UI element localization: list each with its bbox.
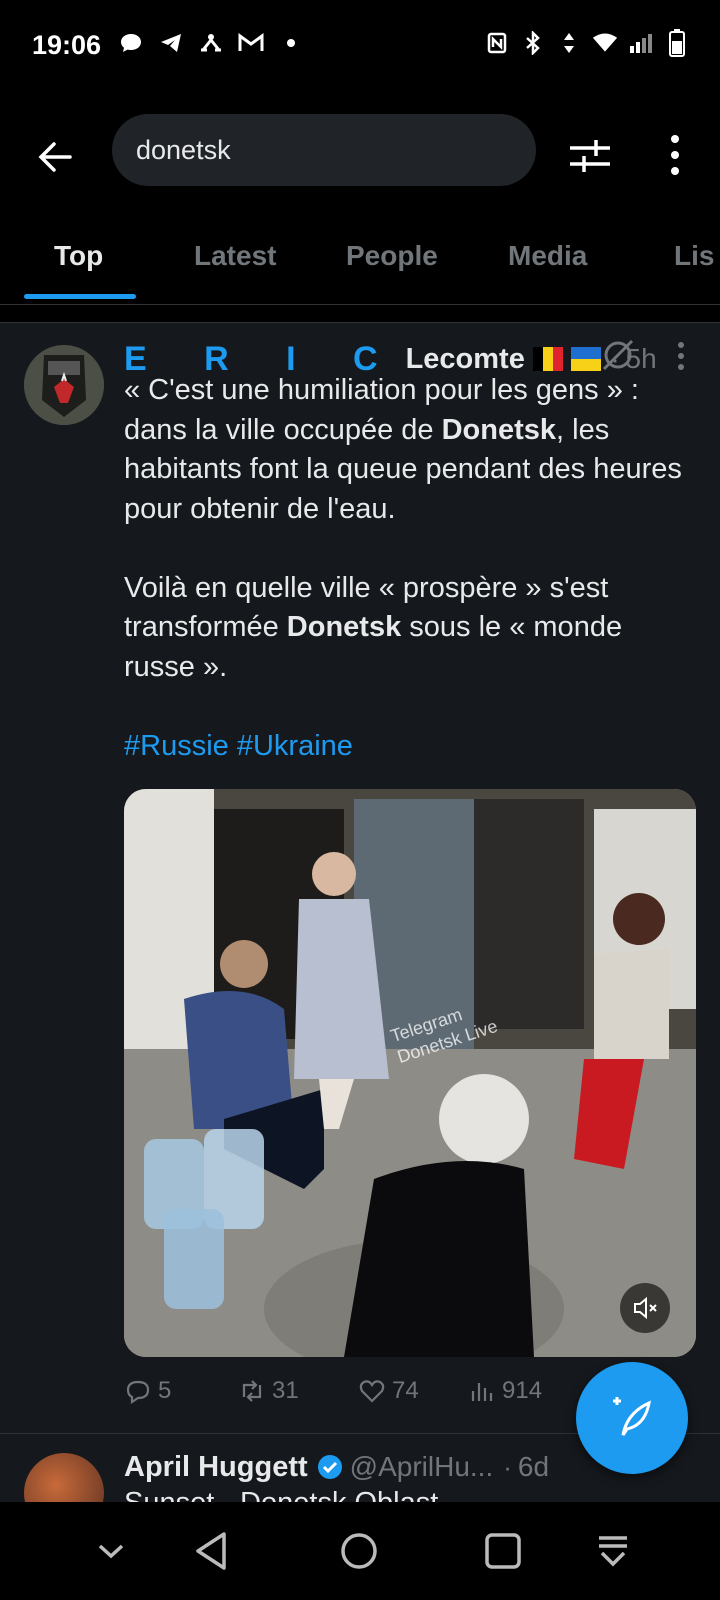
repost-button[interactable]: 31	[238, 1377, 299, 1405]
hashtag-link[interactable]: #Ukraine	[237, 730, 353, 762]
post-text: Sunset - Donetsk Oblast	[124, 1487, 439, 1503]
post-video[interactable]: Telegram Donetsk Live	[124, 789, 696, 1357]
search-header: donetsk	[0, 96, 720, 206]
tab-media[interactable]: Media	[508, 240, 587, 272]
post-more-icon[interactable]	[674, 341, 688, 371]
notification-pulldown-icon[interactable]	[588, 1526, 638, 1576]
filter-sliders-icon[interactable]	[566, 132, 614, 180]
belgium-flag-icon	[532, 347, 563, 371]
avatar[interactable]	[24, 1453, 104, 1503]
avatar[interactable]	[24, 345, 104, 425]
signal-icon	[628, 30, 654, 56]
like-count: 74	[392, 1377, 419, 1404]
system-navigation-bar	[0, 1502, 720, 1600]
results-feed: E R I C Lecomte · 5h « C'est une humilia…	[0, 322, 720, 1503]
views-bars-icon	[471, 1383, 493, 1401]
muted-speaker-icon[interactable]	[620, 1283, 670, 1333]
status-time: 19:06	[32, 30, 102, 60]
battery-icon	[664, 29, 690, 57]
tab-latest[interactable]: Latest	[194, 240, 276, 272]
highlight-keyword: Donetsk	[286, 611, 402, 643]
repost-count: 31	[272, 1377, 299, 1404]
verified-badge-icon	[317, 1455, 342, 1479]
ukraine-flag-icon	[570, 347, 601, 371]
post-text: « C'est une humiliation pour les gens » …	[124, 371, 684, 766]
status-bar: 19:06	[0, 0, 720, 96]
reply-icon	[126, 1380, 150, 1405]
repost-icon	[242, 1380, 262, 1402]
tab-lists[interactable]: Lis	[674, 240, 714, 272]
search-tabs: Top Latest People Media Lis	[0, 210, 720, 305]
active-tab-indicator	[24, 294, 136, 299]
home-circle-icon[interactable]	[334, 1526, 384, 1576]
telegram-icon	[158, 30, 184, 56]
view-count: 914	[502, 1377, 543, 1404]
back-arrow-icon[interactable]	[30, 130, 84, 184]
network-icon	[198, 30, 224, 56]
views-button[interactable]: 914	[468, 1377, 542, 1405]
chevron-down-icon[interactable]	[86, 1526, 136, 1576]
compose-feather-icon	[613, 1397, 651, 1436]
dot-icon	[278, 30, 304, 56]
search-query-text: donetsk	[136, 135, 231, 165]
post-time[interactable]: 6d	[518, 1451, 549, 1483]
tab-people[interactable]: People	[346, 240, 438, 272]
heart-icon	[359, 1380, 385, 1403]
author-name[interactable]: April Huggett	[124, 1451, 308, 1484]
gmail-icon	[238, 30, 264, 56]
search-input[interactable]: donetsk	[112, 114, 536, 186]
author-handle[interactable]: @AprilHu...	[350, 1451, 494, 1483]
wifi-icon	[592, 30, 618, 56]
data-arrows-icon	[556, 30, 582, 56]
like-button[interactable]: 74	[358, 1377, 419, 1405]
tab-top[interactable]: Top	[54, 240, 103, 272]
reply-button[interactable]: 5	[124, 1377, 171, 1405]
chat-bubble-icon	[118, 30, 144, 56]
grok-icon[interactable]	[600, 337, 636, 373]
separator-dot: ·	[503, 1451, 512, 1482]
hashtag-link[interactable]: #Russie	[124, 730, 229, 762]
post-header: April Huggett @AprilHu... · 6d	[124, 1447, 549, 1487]
recents-square-icon[interactable]	[478, 1526, 528, 1576]
nfc-icon	[484, 30, 510, 56]
bluetooth-icon	[520, 30, 546, 56]
back-triangle-icon[interactable]	[188, 1526, 238, 1576]
highlight-keyword: Donetsk	[441, 413, 557, 446]
reply-count: 5	[158, 1377, 172, 1404]
more-options-icon[interactable]	[660, 130, 690, 180]
compose-post-button[interactable]	[576, 1362, 688, 1474]
